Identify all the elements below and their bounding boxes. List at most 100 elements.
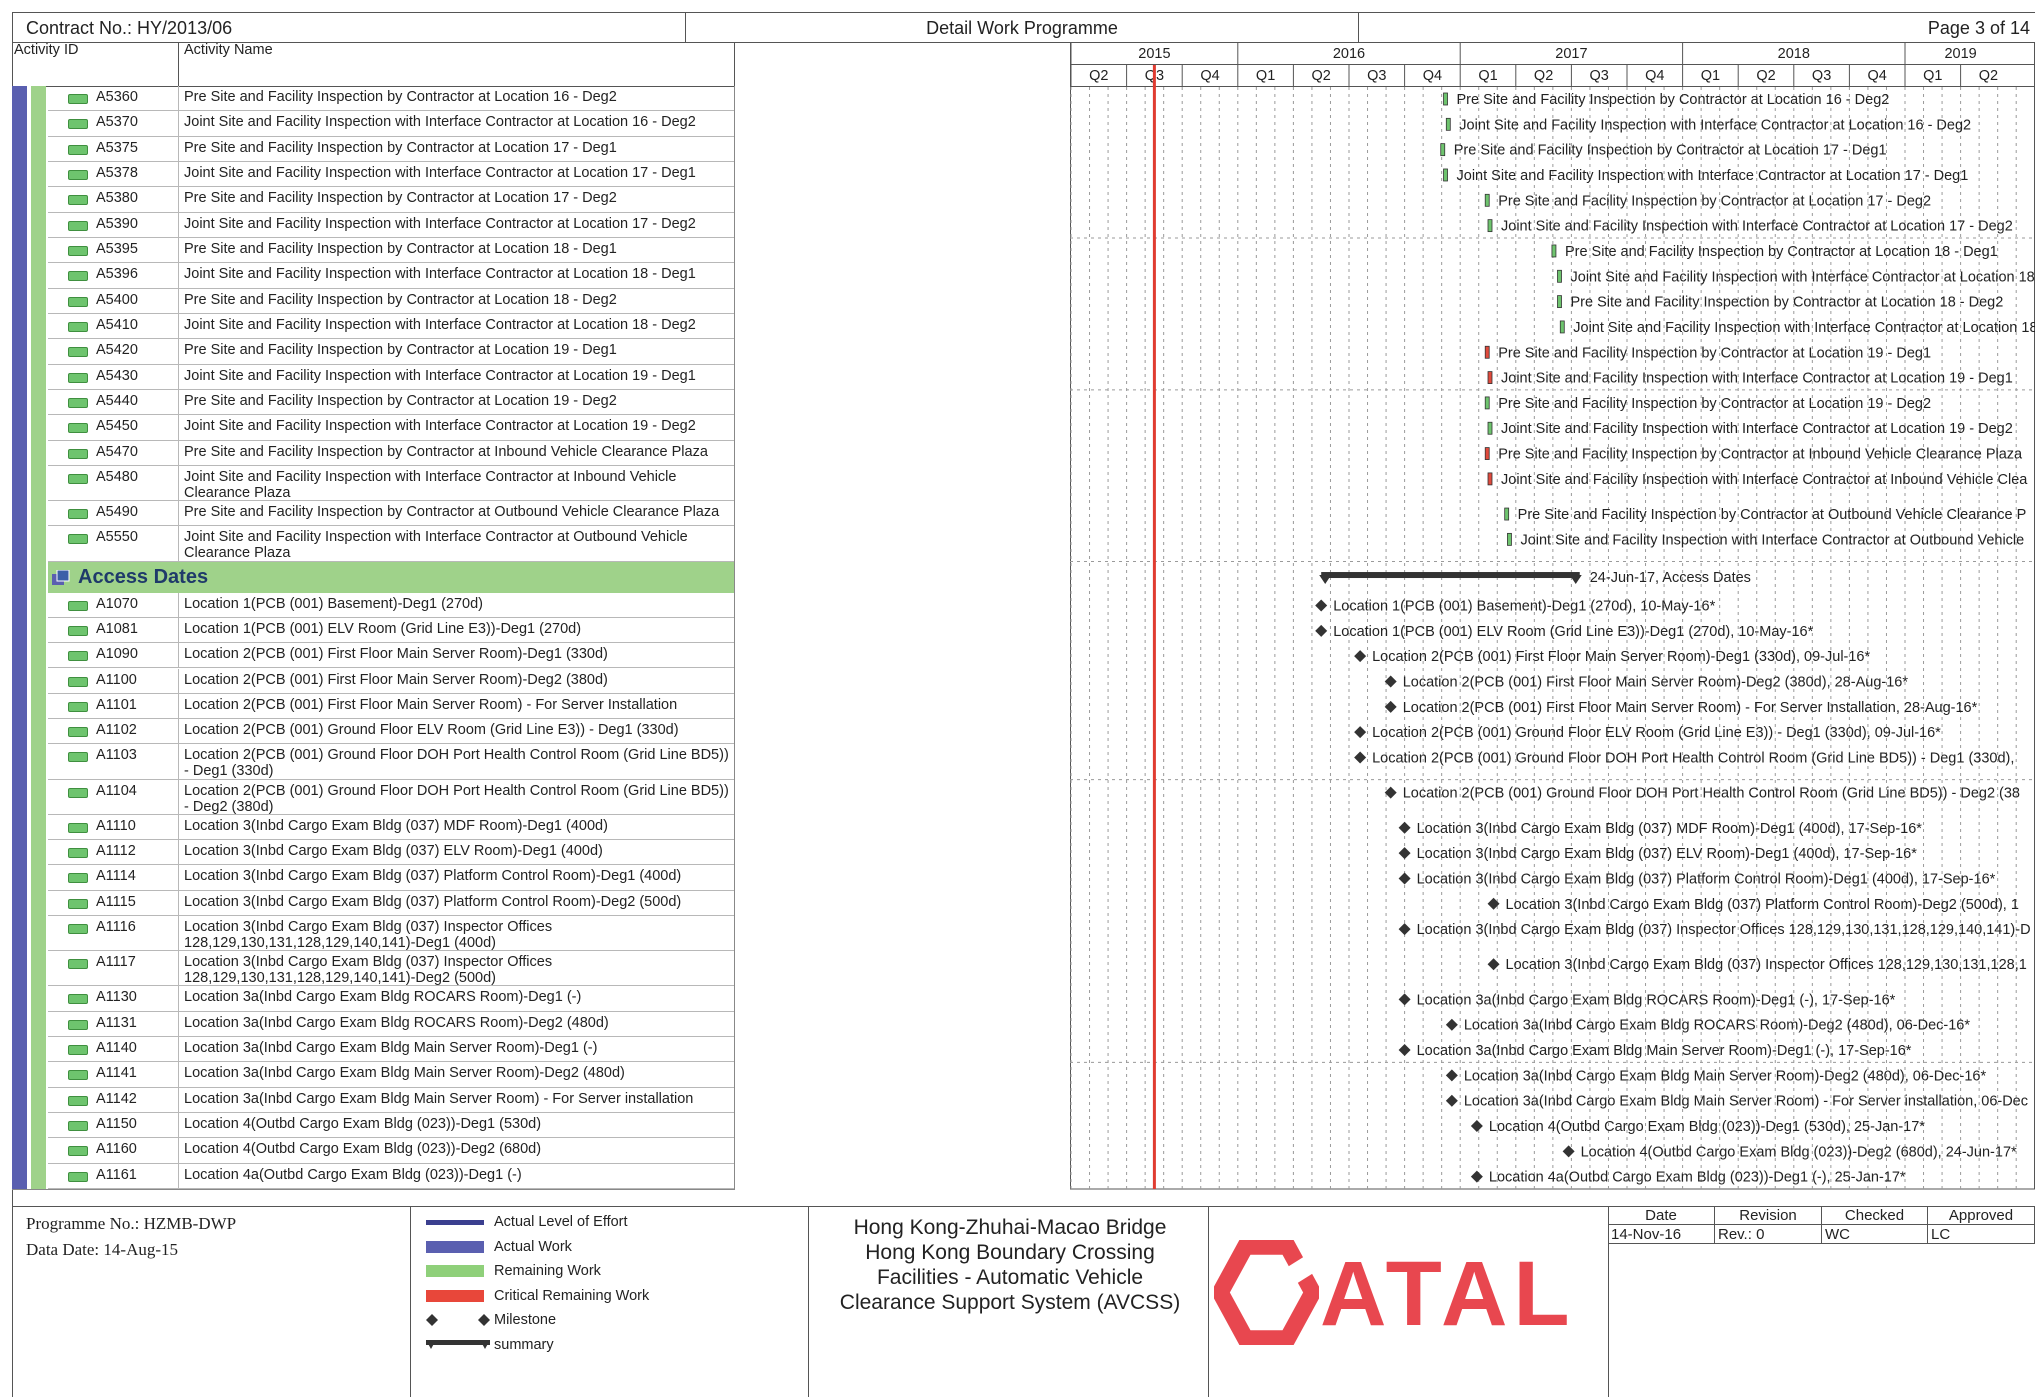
activity-id: A5390 [96, 215, 138, 232]
group-collapse-icon[interactable] [52, 569, 70, 586]
row-column-separator [178, 415, 179, 440]
activity-id: A5550 [96, 529, 138, 546]
row-column-separator [178, 339, 179, 364]
milestone-row[interactable]: A1104 Location 2(PCB (001) Ground Floor D… [48, 779, 734, 815]
activity-type-icon [68, 119, 88, 130]
activity-bar-label: Joint Site and Facility Inspection with … [1520, 532, 2024, 548]
milestone-diamond [1354, 726, 1367, 739]
milestone-row[interactable]: A1141 Location 3a(Inbd Cargo Exam Bldg Ma… [48, 1062, 734, 1088]
milestone-row[interactable]: A1115 Location 3(Inbd Cargo Exam Bldg (03… [48, 890, 734, 917]
milestone-row[interactable]: A1102 Location 2(PCB (001) Ground Floor E… [48, 719, 734, 745]
milestone-row[interactable]: A1116 Location 3(Inbd Cargo Exam Bldg (03… [48, 916, 734, 952]
milestone-label: Location 3a(Inbd Cargo Exam Bldg Main Se… [1464, 1094, 2028, 1110]
milestone-row[interactable]: A1101 Location 2(PCB (001) First Floor Ma… [48, 693, 734, 720]
row-column-separator [178, 668, 179, 693]
activity-row[interactable]: A5450 Joint Site and Facility Inspection … [48, 415, 734, 441]
activity-name: Location 4(Outbd Cargo Exam Bldg (023))-… [184, 1141, 542, 1158]
row-column-separator [178, 779, 179, 814]
activity-id: A1141 [96, 1065, 137, 1082]
activity-type-icon [68, 1095, 88, 1106]
milestone-row[interactable]: A1131 Location 3a(Inbd Cargo Exam Bldg RO… [48, 1011, 734, 1038]
row-column-separator [178, 865, 179, 890]
milestone-row[interactable]: A1130 Location 3a(Inbd Cargo Exam Bldg RO… [48, 986, 734, 1012]
row-column-separator [178, 187, 179, 212]
atal-logo-mark-icon [1214, 1240, 1319, 1345]
activity-row[interactable]: A5440 Pre Site and Facility Inspection by… [48, 389, 734, 416]
activity-id: A1102 [96, 722, 137, 739]
milestone-row[interactable]: A1117 Location 3(Inbd Cargo Exam Bldg (03… [48, 951, 734, 987]
milestone-row[interactable]: A1150 Location 4(Outbd Cargo Exam Bldg (0… [48, 1113, 734, 1139]
milestone-row[interactable]: A1090 Location 2(PCB (001) First Floor Ma… [48, 643, 734, 669]
activity-row[interactable]: A5390 Joint Site and Facility Inspection … [48, 212, 734, 238]
activity-name: Location 3(Inbd Cargo Exam Bldg (037) Pl… [184, 868, 682, 885]
column-header-activity-name[interactable]: Activity Name [184, 42, 273, 58]
activity-row[interactable]: A5470 Pre Site and Facility Inspection by… [48, 440, 734, 466]
row-column-separator [178, 288, 179, 313]
row-column-separator [178, 1087, 179, 1112]
row-column-separator [178, 364, 179, 389]
milestone-diamond [1398, 872, 1411, 885]
quarter-label: Q1 [1478, 68, 1497, 84]
activity-row[interactable]: A5395 Pre Site and Facility Inspection by… [48, 237, 734, 264]
activity-name: Joint Site and Facility Inspection with … [184, 114, 696, 131]
activity-name: Location 2(PCB (001) First Floor Main Se… [184, 671, 608, 688]
activity-row[interactable]: A5360 Pre Site and Facility Inspection by… [48, 86, 734, 112]
activity-id: A1090 [96, 646, 138, 663]
milestone-row[interactable]: A1103 Location 2(PCB (001) Ground Floor D… [48, 744, 734, 780]
activity-row[interactable]: A5378 Joint Site and Facility Inspection … [48, 161, 734, 188]
quarter-label: Q3 [1812, 68, 1831, 84]
activity-row[interactable]: A5370 Joint Site and Facility Inspection … [48, 111, 734, 137]
activity-row[interactable]: A5380 Pre Site and Facility Inspection by… [48, 187, 734, 213]
milestone-row[interactable]: A1070 Location 1(PCB (001) Basement)-Deg1… [48, 592, 734, 618]
milestone-diamond [1562, 1145, 1575, 1158]
activity-id: A5395 [96, 240, 138, 257]
milestone-row[interactable]: A1100 Location 2(PCB (001) First Floor Ma… [48, 668, 734, 694]
year-label-2017: 2017 [1555, 46, 1587, 62]
milestone-row[interactable]: A1081 Location 1(PCB (001) ELV Room (Grid… [48, 617, 734, 644]
milestone-label: Location 3a(Inbd Cargo Exam Bldg Main Se… [1464, 1068, 1987, 1084]
activity-name: Location 2(PCB (001) Ground Floor DOH Po… [184, 782, 729, 815]
quarter-label: Q1 [1256, 68, 1275, 84]
approval-header-checked: Checked [1822, 1206, 1928, 1225]
row-column-separator [178, 814, 179, 840]
quarter-label: Q3 [1367, 68, 1386, 84]
milestone-row[interactable]: A1161 Location 4a(Outbd Cargo Exam Bldg (… [48, 1163, 734, 1189]
activity-type-icon [68, 676, 88, 687]
activity-type-icon [68, 924, 88, 935]
activity-row[interactable]: A5430 Joint Site and Facility Inspection … [48, 364, 734, 390]
milestone-label: Location 4(Outbd Cargo Exam Bldg (023))-… [1581, 1144, 2017, 1160]
activity-bar-label: Pre Site and Facility Inspection by Cont… [1498, 193, 1931, 209]
activity-row[interactable]: A5490 Pre Site and Facility Inspection by… [48, 501, 734, 527]
milestone-diamond [1398, 847, 1411, 860]
activity-id: A1115 [96, 893, 136, 910]
activity-bar [1445, 117, 1451, 131]
activity-row[interactable]: A5550 Joint Site and Facility Inspection … [48, 526, 734, 562]
table-right-border [734, 86, 735, 1190]
activity-row[interactable]: A5396 Joint Site and Facility Inspection … [48, 263, 734, 289]
row-column-separator [178, 440, 179, 465]
activity-type-icon [68, 822, 88, 833]
milestone-row[interactable]: A1112 Location 3(Inbd Cargo Exam Bldg (03… [48, 840, 734, 866]
milestone-label: Location 1(PCB (001) ELV Room (Grid Line… [1333, 624, 1813, 640]
activity-id: A5470 [96, 443, 138, 460]
activity-id: A1142 [96, 1090, 137, 1107]
activity-id: A1081 [96, 620, 138, 637]
milestone-row[interactable]: A1140 Location 3a(Inbd Cargo Exam Bldg Ma… [48, 1037, 734, 1063]
milestone-row[interactable]: A1110 Location 3(Inbd Cargo Exam Bldg (03… [48, 814, 734, 841]
activity-row[interactable]: A5410 Joint Site and Facility Inspection … [48, 313, 734, 340]
activity-row[interactable]: A5420 Pre Site and Facility Inspection by… [48, 339, 734, 365]
milestone-row[interactable]: A1114 Location 3(Inbd Cargo Exam Bldg (03… [48, 865, 734, 891]
activity-row[interactable]: A5480 Joint Site and Facility Inspection … [48, 465, 734, 502]
activity-row[interactable]: A5400 Pre Site and Facility Inspection by… [48, 288, 734, 314]
milestone-row[interactable]: A1160 Location 4(Outbd Cargo Exam Bldg (0… [48, 1138, 734, 1164]
approval-value: Rev.: 0 [1715, 1225, 1822, 1244]
activity-row[interactable]: A5375 Pre Site and Facility Inspection by… [48, 136, 734, 162]
row-column-separator [178, 389, 179, 415]
activity-bar-label: Pre Site and Facility Inspection by Cont… [1498, 396, 1931, 412]
milestone-diamond [1315, 599, 1328, 612]
year-label-2018: 2018 [1778, 46, 1810, 62]
milestone-diamond [1445, 1094, 1458, 1107]
milestone-row[interactable]: A1142 Location 3a(Inbd Cargo Exam Bldg Ma… [48, 1087, 734, 1113]
group-row-access-dates[interactable]: Access Dates [48, 561, 734, 593]
column-header-activity-id[interactable]: Activity ID [14, 42, 78, 58]
